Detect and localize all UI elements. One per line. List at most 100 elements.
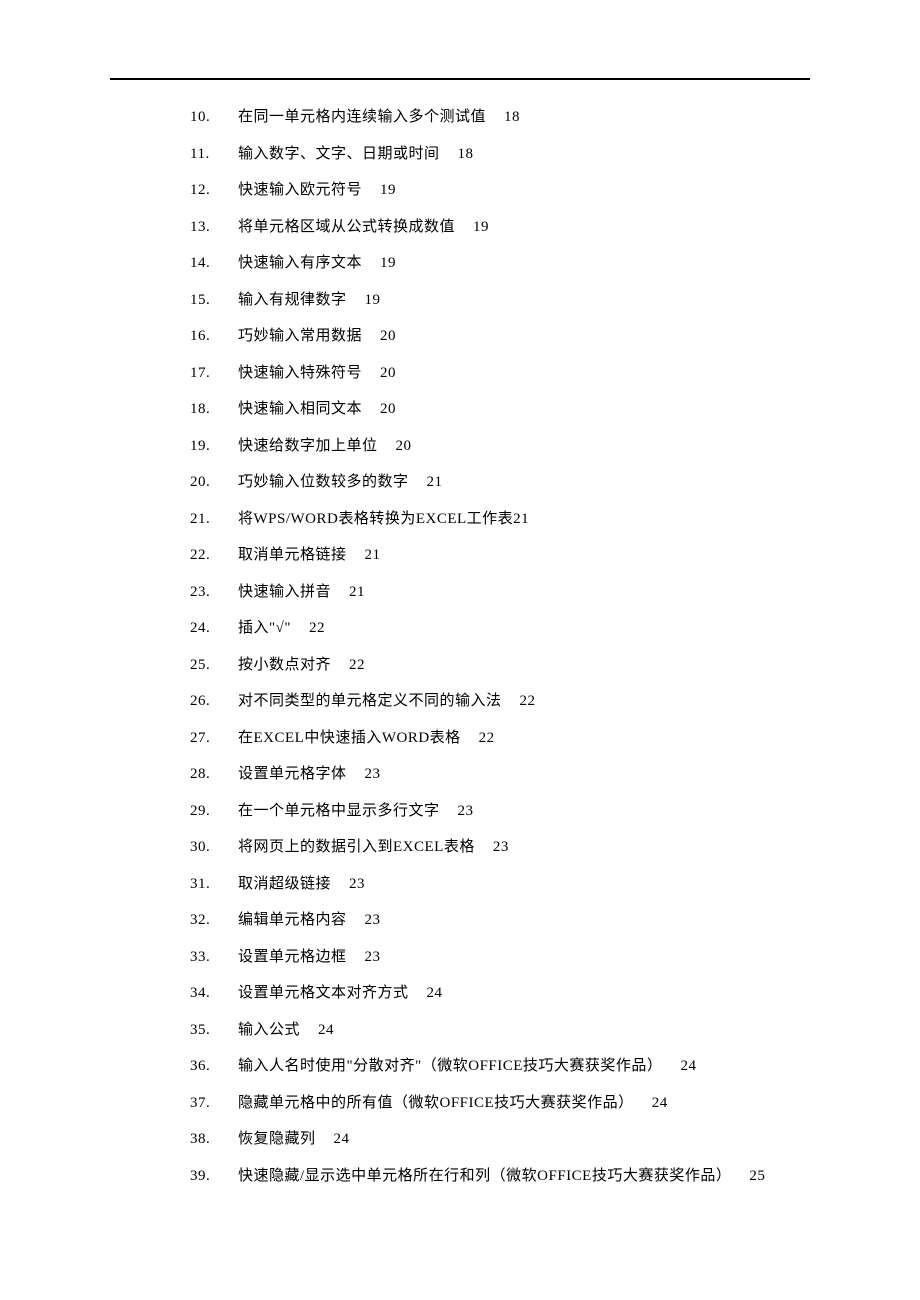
- toc-item-title: 快速隐藏/显示选中单元格所在行和列（微软OFFICE技巧大赛获奖作品）: [238, 1169, 731, 1184]
- toc-item: 19.快速给数字加上单位 20: [190, 439, 810, 454]
- toc-item-title: 取消单元格链接: [238, 548, 347, 563]
- toc-item: 16.巧妙输入常用数据 20: [190, 329, 810, 344]
- toc-item-title: 将单元格区域从公式转换成数值: [238, 220, 455, 235]
- toc-item: 32.编辑单元格内容 23: [190, 913, 810, 928]
- toc-item-page: 20: [380, 329, 396, 344]
- toc-item-title: 取消超级链接: [238, 877, 331, 892]
- toc-item-title: 编辑单元格内容: [238, 913, 347, 928]
- toc-item: 23.快速输入拼音21: [190, 585, 810, 600]
- toc-item-number: 19.: [190, 439, 238, 454]
- toc-item-title: 快速给数字加上单位: [238, 439, 378, 454]
- toc-item: 13.将单元格区域从公式转换成数值19: [190, 220, 810, 235]
- toc-item-title: 恢复隐藏列: [238, 1132, 316, 1147]
- toc-item-number: 37.: [190, 1096, 238, 1111]
- toc-item: 14.快速输入有序文本19: [190, 256, 810, 271]
- toc-item-page: 21: [427, 475, 443, 490]
- toc-item-number: 15.: [190, 293, 238, 308]
- toc-item: 37.隐藏单元格中的所有值（微软OFFICE技巧大赛获奖作品） 24: [190, 1096, 810, 1111]
- toc-item-number: 20.: [190, 475, 238, 490]
- toc-item-page: 19: [380, 256, 396, 271]
- toc-item-page: 22: [520, 694, 536, 709]
- toc-item: 30.将网页上的数据引入到EXCEL表格 23: [190, 840, 810, 855]
- toc-item-title: 输入公式: [238, 1023, 300, 1038]
- toc-item-page: 23: [365, 950, 381, 965]
- toc-item-number: 11.: [190, 147, 238, 162]
- toc-item-page: 23: [365, 767, 381, 782]
- toc-item-page: 19: [473, 220, 489, 235]
- toc-item-number: 32.: [190, 913, 238, 928]
- toc-item: 33.设置单元格边框 23: [190, 950, 810, 965]
- toc-item-number: 27.: [190, 731, 238, 746]
- toc-item: 22.取消单元格链接 21: [190, 548, 810, 563]
- toc-item: 12.快速输入欧元符号19: [190, 183, 810, 198]
- toc-item-number: 28.: [190, 767, 238, 782]
- toc-item: 10.在同一单元格内连续输入多个测试值 18: [190, 110, 810, 125]
- toc-item-page: 23: [493, 840, 509, 855]
- toc-item-page: 18: [504, 110, 520, 125]
- toc-item-title: 巧妙输入位数较多的数字: [238, 475, 409, 490]
- toc-item-page: 20: [380, 402, 396, 417]
- toc-item-number: 31.: [190, 877, 238, 892]
- toc-item-title: 设置单元格文本对齐方式: [238, 986, 409, 1001]
- toc-item-title: 快速输入拼音: [238, 585, 331, 600]
- toc-item-page: 24: [680, 1059, 696, 1074]
- toc-item-page: 18: [458, 147, 474, 162]
- toc-item-page: 24: [652, 1096, 668, 1111]
- toc-item-title: 输入数字、文字、日期或时间: [238, 147, 440, 162]
- toc-item: 34.设置单元格文本对齐方式24: [190, 986, 810, 1001]
- toc-item-number: 35.: [190, 1023, 238, 1038]
- toc-item-page: 20: [380, 366, 396, 381]
- toc-item: 29.在一个单元格中显示多行文字23: [190, 804, 810, 819]
- toc-item-number: 18.: [190, 402, 238, 417]
- table-of-contents: 10.在同一单元格内连续输入多个测试值1811.输入数字、文字、日期或时间181…: [110, 110, 810, 1184]
- toc-item-number: 16.: [190, 329, 238, 344]
- toc-item-number: 34.: [190, 986, 238, 1001]
- toc-item: 21.将WPS/WORD表格转换为EXCEL工作表21: [190, 512, 810, 527]
- toc-item-page: 23: [365, 913, 381, 928]
- toc-item: 20.巧妙输入位数较多的数字 21: [190, 475, 810, 490]
- toc-item-number: 39.: [190, 1169, 238, 1184]
- toc-item-title: 输入人名时使用"分散对齐"（微软OFFICE技巧大赛获奖作品）: [238, 1059, 662, 1074]
- toc-item: 18.快速输入相同文本 20: [190, 402, 810, 417]
- toc-item-number: 30.: [190, 840, 238, 855]
- toc-item-number: 25.: [190, 658, 238, 673]
- toc-item-title: 将网页上的数据引入到EXCEL表格: [238, 840, 475, 855]
- toc-item-number: 22.: [190, 548, 238, 563]
- toc-item-page: 19: [380, 183, 396, 198]
- toc-item-page: 24: [334, 1132, 350, 1147]
- toc-item-number: 33.: [190, 950, 238, 965]
- toc-item-title: 快速输入相同文本: [238, 402, 362, 417]
- toc-item-number: 10.: [190, 110, 238, 125]
- toc-item-title: 隐藏单元格中的所有值（微软OFFICE技巧大赛获奖作品）: [238, 1096, 634, 1111]
- toc-item: 27.在EXCEL中快速插入WORD表格22: [190, 731, 810, 746]
- toc-item-number: 21.: [190, 512, 238, 527]
- toc-item: 15.输入有规律数字19: [190, 293, 810, 308]
- toc-item-page: 20: [396, 439, 412, 454]
- toc-item-title: 巧妙输入常用数据: [238, 329, 362, 344]
- toc-item-title: 设置单元格字体: [238, 767, 347, 782]
- toc-item: 39.快速隐藏/显示选中单元格所在行和列（微软OFFICE技巧大赛获奖作品）25: [190, 1169, 810, 1184]
- toc-item-number: 36.: [190, 1059, 238, 1074]
- toc-item-page: 22: [309, 621, 325, 636]
- toc-item-page: 21: [365, 548, 381, 563]
- toc-item-title: 在一个单元格中显示多行文字: [238, 804, 440, 819]
- document-page: 10.在同一单元格内连续输入多个测试值1811.输入数字、文字、日期或时间181…: [0, 0, 920, 1184]
- toc-item-title: 对不同类型的单元格定义不同的输入法: [238, 694, 502, 709]
- toc-item: 36.输入人名时使用"分散对齐"（微软OFFICE技巧大赛获奖作品） 24: [190, 1059, 810, 1074]
- toc-item: 24.插入"√"22: [190, 621, 810, 636]
- toc-item: 31.取消超级链接 23: [190, 877, 810, 892]
- toc-item-page: 24: [318, 1023, 334, 1038]
- toc-item-title: 在同一单元格内连续输入多个测试值: [238, 110, 486, 125]
- toc-item-title: 将WPS/WORD表格转换为EXCEL工作表21: [238, 512, 529, 527]
- toc-item: 35.输入公式 24: [190, 1023, 810, 1038]
- toc-item-number: 38.: [190, 1132, 238, 1147]
- toc-item-title: 快速输入特殊符号: [238, 366, 362, 381]
- toc-item-title: 设置单元格边框: [238, 950, 347, 965]
- toc-item: 25.按小数点对齐22: [190, 658, 810, 673]
- toc-item-number: 17.: [190, 366, 238, 381]
- toc-item: 38.恢复隐藏列 24: [190, 1132, 810, 1147]
- toc-item: 17.快速输入特殊符号 20: [190, 366, 810, 381]
- toc-item-number: 29.: [190, 804, 238, 819]
- toc-item-page: 23: [349, 877, 365, 892]
- toc-item-title: 快速输入欧元符号: [238, 183, 362, 198]
